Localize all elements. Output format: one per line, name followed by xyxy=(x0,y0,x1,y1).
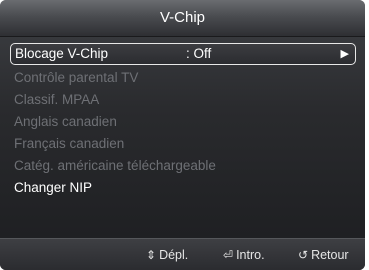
vchip-menu-list: Blocage V-Chip : Off ▶ Contrôle parental… xyxy=(10,43,356,199)
menu-item-label: Changer NIP xyxy=(14,180,93,195)
triangle-right-icon: ▶ xyxy=(340,48,349,60)
vchip-menu-window: V-Chip Blocage V-Chip : Off ▶ Contrôle p… xyxy=(0,0,365,270)
menu-item-anglais-canadien[interactable]: Anglais canadien xyxy=(10,111,356,133)
updown-arrow-icon: ⇕ xyxy=(146,248,157,262)
window-title: V-Chip xyxy=(0,0,365,37)
footer-hints: ⇕ Dépl. ⏎ Intro. ↺ Retour xyxy=(0,238,365,270)
menu-item-label: Français canadien xyxy=(14,136,125,151)
hint-enter: ⏎ Intro. xyxy=(223,248,265,262)
hint-move: ⇕ Dépl. xyxy=(146,248,188,262)
menu-item-value: : Off xyxy=(186,46,212,61)
hint-move-label: Dépl. xyxy=(159,248,189,262)
menu-item-classif-mpaa[interactable]: Classif. MPAA xyxy=(10,89,356,111)
hint-enter-label: Intro. xyxy=(236,248,265,262)
hint-return-label: Retour xyxy=(311,248,349,262)
menu-item-blocage-vchip[interactable]: Blocage V-Chip : Off ▶ xyxy=(10,43,356,65)
menu-item-label: Contrôle parental TV xyxy=(14,70,139,85)
menu-item-label: Anglais canadien xyxy=(14,114,117,129)
menu-item-label: Classif. MPAA xyxy=(14,92,100,107)
enter-icon: ⏎ xyxy=(223,248,234,262)
menu-item-controle-parental-tv[interactable]: Contrôle parental TV xyxy=(10,67,356,89)
menu-item-label: Blocage V-Chip xyxy=(15,46,109,61)
hint-return: ↺ Retour xyxy=(298,248,349,262)
return-icon: ↺ xyxy=(298,248,309,262)
menu-item-francais-canadien[interactable]: Français canadien xyxy=(10,133,356,155)
menu-item-changer-nip[interactable]: Changer NIP xyxy=(10,177,356,199)
menu-item-label: Catég. américaine téléchargeable xyxy=(14,158,216,173)
menu-item-categ-americaine[interactable]: Catég. américaine téléchargeable xyxy=(10,155,356,177)
